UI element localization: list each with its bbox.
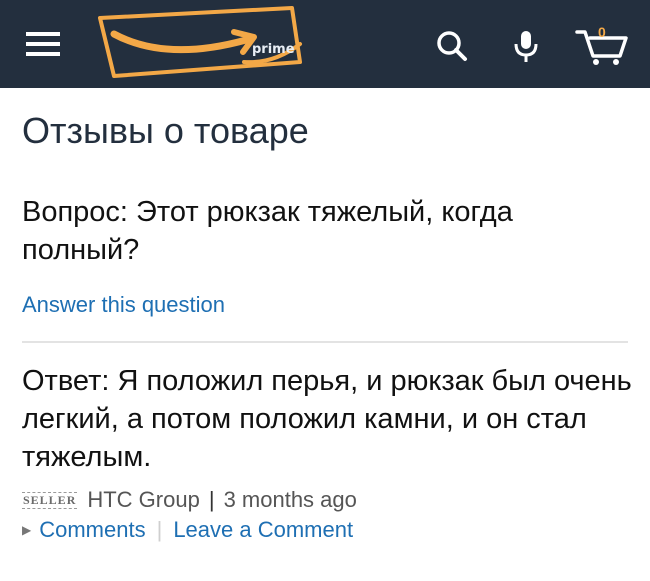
- answer-this-question-link[interactable]: Answer this question: [22, 292, 225, 318]
- top-navigation-bar: prime 0: [0, 0, 650, 88]
- answer-author: HTC Group: [87, 487, 200, 512]
- leave-a-comment-link[interactable]: Leave a Comment: [173, 517, 353, 542]
- section-divider: [22, 341, 628, 343]
- answer-text: Ответ: Я положил перья, и рюкзак был оче…: [22, 365, 632, 473]
- answer-meta: SELLER HTC Group | 3 months ago: [22, 487, 357, 513]
- question-text: Вопрос: Этот рюкзак тяжелый, когда полны…: [22, 196, 513, 266]
- seller-badge: SELLER: [22, 492, 78, 509]
- amazon-prime-logo[interactable]: prime: [96, 4, 312, 84]
- cart-icon[interactable]: 0: [574, 24, 630, 66]
- search-icon[interactable]: [432, 26, 472, 66]
- hamburger-menu-icon[interactable]: [26, 30, 62, 58]
- cart-count-badge: 0: [598, 24, 606, 40]
- expand-caret-icon[interactable]: ▶: [22, 523, 31, 537]
- comments-link[interactable]: Comments: [39, 517, 145, 542]
- answer-time: 3 months ago: [223, 487, 357, 512]
- microphone-icon[interactable]: [506, 26, 546, 66]
- page-title: Отзывы о товаре: [22, 110, 309, 151]
- answer-actions: ▶ Comments | Leave a Comment: [22, 517, 353, 543]
- meta-separator: |: [208, 487, 215, 512]
- links-separator: |: [156, 517, 163, 542]
- prime-wordmark: prime: [252, 42, 295, 57]
